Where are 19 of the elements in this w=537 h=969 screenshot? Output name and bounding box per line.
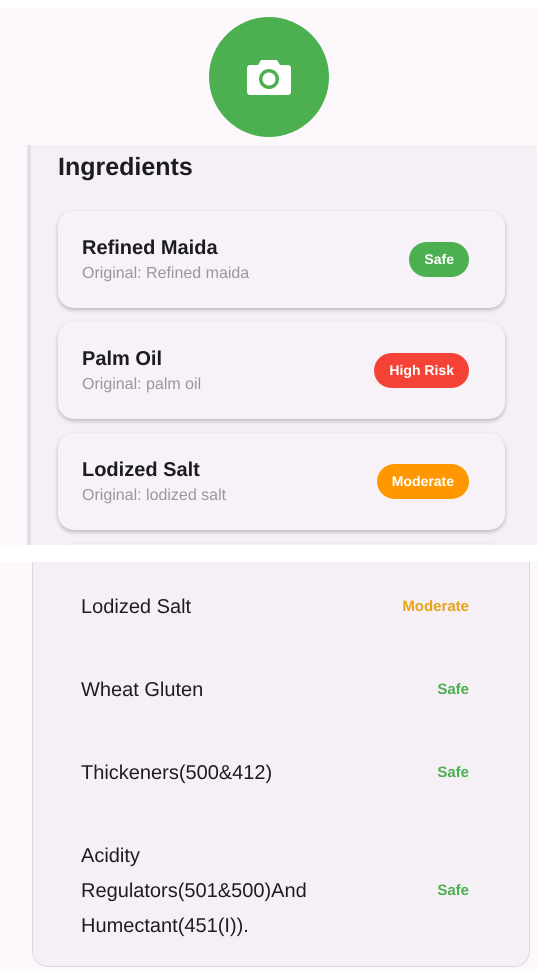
risk-badge: Moderate	[376, 464, 469, 499]
ingredient-name: Palm Oil	[82, 346, 164, 372]
ingredient-name: Lodized Salt	[81, 595, 192, 620]
ingredient-name: Wheat Gluten	[81, 678, 204, 703]
risk-label: Safe	[437, 881, 469, 902]
ingredient-name: Thickeners(500&412)	[81, 761, 272, 786]
risk-label: Safe	[437, 680, 469, 700]
ingredient-name: Lodized Salt	[82, 458, 201, 482]
ingredient-name: Refined Maida	[82, 236, 219, 260]
camera-icon	[246, 58, 292, 96]
ingredient-name: Acidity Regulators(501&500)And Humectant(451(I)).	[81, 844, 308, 939]
section-title: Ingredients	[58, 152, 194, 183]
risk-badge: Safe	[409, 242, 469, 277]
risk-badge: High Risk	[374, 353, 469, 388]
risk-label: Moderate	[402, 597, 469, 618]
risk-label: Safe	[437, 763, 469, 784]
original-text: Original: Refined maida	[82, 264, 250, 284]
original-text: Original: palm oil	[82, 374, 202, 394]
original-text: Original: lodized salt	[82, 486, 226, 506]
